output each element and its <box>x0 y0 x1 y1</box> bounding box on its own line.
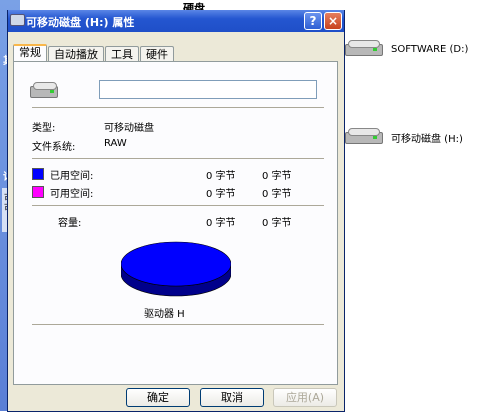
type-label: 类型: <box>32 123 56 134</box>
drive-label: SOFTWARE (D:) <box>391 43 469 55</box>
tab-general[interactable]: 常规 <box>13 44 47 62</box>
type-value: 可移动磁盘 <box>104 123 154 134</box>
drive-icon <box>10 14 25 26</box>
drive-icon <box>30 82 60 100</box>
drive-removable-h[interactable]: 可移动磁盘 (H:) <box>345 128 463 146</box>
drive-icon-large <box>30 82 60 100</box>
capacity-bytes: 0 字节 <box>206 218 236 229</box>
drive-icon <box>345 40 385 58</box>
separator <box>32 205 324 206</box>
used-space-swatch <box>32 168 44 180</box>
tab-strip: 常规 自动播放 工具 硬件 <box>13 44 175 63</box>
free-space-size: 0 字节 <box>262 189 292 200</box>
separator <box>32 158 324 159</box>
general-tab-panel: 类型: 可移动磁盘 文件系统: RAW 已用空间: 0 字节 0 字节 可用空间… <box>13 61 338 385</box>
free-space-swatch <box>32 186 44 198</box>
disk-usage-pie <box>121 241 231 297</box>
filesystem-label: 文件系统: <box>32 142 76 153</box>
dialog-titlebar[interactable]: 可移动磁盘 (H:) 属性 ? × <box>8 10 344 32</box>
properties-dialog: 可移动磁盘 (H:) 属性 ? × 常规 自动播放 工具 硬件 类型: 可移动磁… <box>7 10 345 412</box>
used-space-size: 0 字节 <box>262 171 292 182</box>
ok-button[interactable]: 确定 <box>126 388 190 407</box>
filesystem-value: RAW <box>104 138 127 149</box>
separator <box>32 324 324 325</box>
capacity-label: 容量: <box>58 218 82 229</box>
pie-top <box>121 241 231 287</box>
close-button[interactable]: × <box>324 12 342 30</box>
used-space-bytes: 0 字节 <box>206 171 236 182</box>
drive-software-d[interactable]: SOFTWARE (D:) <box>345 40 468 58</box>
free-space-label: 可用空间: <box>50 189 94 200</box>
cancel-button[interactable]: 取消 <box>200 388 264 407</box>
drive-label: 可移动磁盘 (H:) <box>391 133 463 145</box>
dialog-title: 可移动磁盘 (H:) 属性 <box>26 16 135 29</box>
separator <box>32 107 324 108</box>
free-space-bytes: 0 字节 <box>206 189 236 200</box>
help-button[interactable]: ? <box>304 12 322 30</box>
drive-icon <box>345 128 385 146</box>
capacity-size: 0 字节 <box>262 218 292 229</box>
volume-name-input[interactable] <box>99 80 317 99</box>
drive-letter-label: 驱动器 H <box>144 309 185 320</box>
used-space-label: 已用空间: <box>50 171 94 182</box>
apply-button[interactable]: 应用(A) <box>273 388 337 407</box>
